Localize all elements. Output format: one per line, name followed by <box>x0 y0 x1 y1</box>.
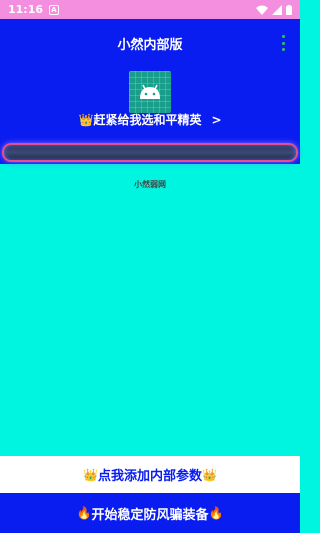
notification-icon: A <box>49 4 60 15</box>
battery-icon <box>286 4 292 15</box>
promo-link[interactable]: 👑赶紧给我选和平精英 > <box>0 111 300 128</box>
android-icon <box>129 71 171 113</box>
content-label: 小然弱网 <box>134 180 166 189</box>
signal-icon <box>272 4 282 15</box>
start-button[interactable]: 🔥 开始稳定防风骗装备 🔥 <box>0 493 300 533</box>
add-params-button[interactable]: 👑 点我添加内部参数 👑 <box>0 456 300 493</box>
status-time: 11:16 <box>8 3 44 16</box>
crown-icon: 👑 <box>202 467 217 482</box>
chevron-right-icon: > <box>211 113 222 127</box>
promo-label: 赶紧给我选和平精英 <box>93 113 202 127</box>
more-vert-icon[interactable] <box>280 35 286 51</box>
fire-icon: 🔥 <box>76 506 92 520</box>
wifi-icon <box>256 5 268 15</box>
start-label: 开始稳定防风骗装备 <box>91 507 209 523</box>
status-bar: 11:16 A <box>0 0 300 19</box>
crown-icon: 👑 <box>83 467 98 482</box>
crown-icon: 👑 <box>78 113 94 127</box>
app-title: 小然内部版 <box>117 38 183 53</box>
fire-icon: 🔥 <box>208 506 224 520</box>
add-params-label: 点我添加内部参数 <box>97 469 202 484</box>
glow-progress-bar <box>2 143 298 162</box>
status-icons <box>256 4 292 15</box>
